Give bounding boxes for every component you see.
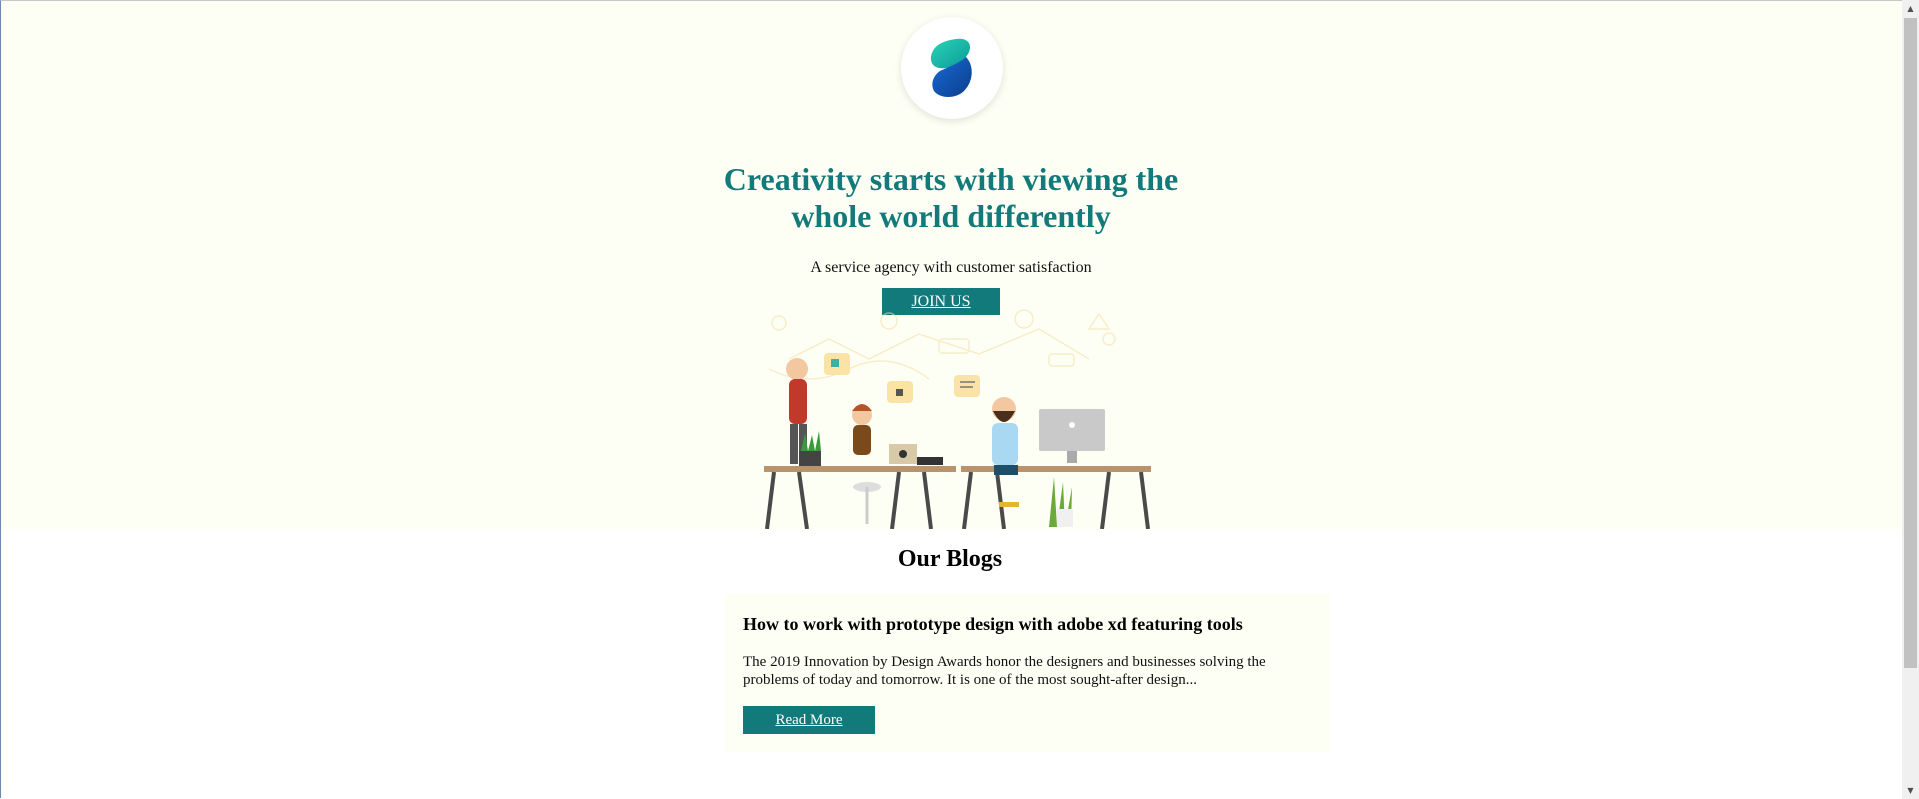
hero-subtitle: A service agency with customer satisfact… [810,259,1092,276]
blog-card: How to work with prototype design with a… [725,594,1330,752]
scrollbar-thumb[interactable] [1904,18,1917,668]
hero-title-line-1: Creativity starts with viewing the [723,161,1179,197]
brand-logo-icon [930,38,972,97]
hero-section: Creativity starts with viewing the whole… [1,1,1902,529]
hero-title-line-2: whole world differently [791,198,1111,234]
team-workspace-illustration [764,309,1151,529]
brand-logo[interactable] [901,17,1003,119]
read-more-button[interactable]: Read More [743,706,875,734]
scroll-up-icon[interactable]: ▲ [1902,0,1919,17]
vertical-scrollbar[interactable]: ▲ ▼ [1902,0,1919,799]
blog-card-title[interactable]: How to work with prototype design with a… [743,614,1243,635]
scroll-down-icon[interactable]: ▼ [1902,782,1919,799]
blogs-section-title: Our Blogs [897,546,1003,572]
blog-card-excerpt: The 2019 Innovation by Design Awards hon… [743,654,1266,688]
hero-title: Creativity starts with viewing the whole… [651,161,1251,235]
